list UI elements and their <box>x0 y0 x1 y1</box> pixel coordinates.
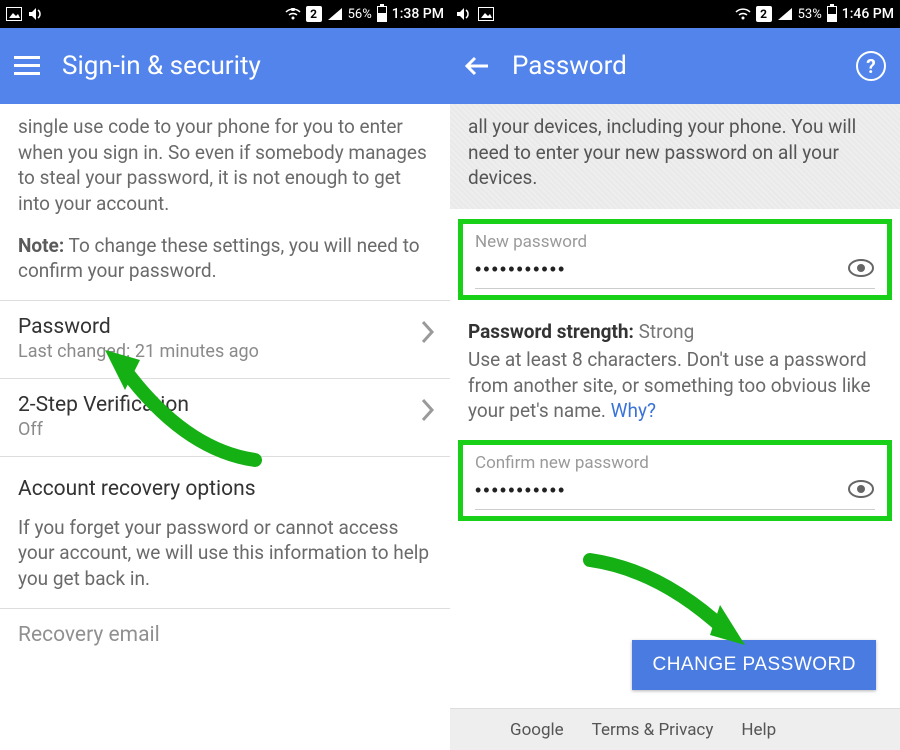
chevron-right-icon <box>420 319 436 349</box>
row-two-step[interactable]: 2-Step Verification Off <box>0 379 450 456</box>
chevron-right-icon <box>420 397 436 427</box>
wifi-icon <box>285 7 301 21</box>
battery-icon <box>827 6 837 22</box>
visibility-toggle-icon[interactable] <box>847 258 875 282</box>
volume-icon <box>28 7 44 21</box>
info-text: all your devices, including your phone. … <box>450 104 900 209</box>
content-area: single use code to your phone for you to… <box>0 104 450 663</box>
battery-icon <box>377 6 387 22</box>
visibility-toggle-icon[interactable] <box>847 479 875 503</box>
section-recovery-title: Account recovery options <box>0 457 450 507</box>
new-password-field-highlight: New password <box>458 219 892 300</box>
strength-block: Password strength: Strong Use at least 8… <box>450 310 900 430</box>
battery-text: 53% <box>798 7 822 22</box>
strength-help: Use at least 8 characters. Don't use a p… <box>468 347 882 424</box>
page-title: Sign-in & security <box>62 51 261 81</box>
row-title: Password <box>18 315 432 339</box>
wifi-icon <box>735 7 751 21</box>
strength-value: Strong <box>634 320 694 343</box>
signal-icon <box>327 7 343 21</box>
footer-terms-link[interactable]: Terms & Privacy <box>592 720 714 740</box>
row-recovery-email[interactable]: Recovery email <box>0 609 450 663</box>
why-link[interactable]: Why? <box>611 399 656 422</box>
sim-indicator: 2 <box>756 6 772 22</box>
row-password[interactable]: Password Last changed: 21 minutes ago <box>0 301 450 378</box>
status-bar: 2 56% 1:38 PM <box>0 0 450 28</box>
page-title: Password <box>512 51 627 81</box>
app-bar: Sign-in & security <box>0 28 450 104</box>
row-subtitle: Last changed: 21 minutes ago <box>18 341 432 362</box>
status-bar: 2 53% 1:46 PM <box>450 0 900 28</box>
note-label: Note: <box>18 234 64 257</box>
phone-left: 2 56% 1:38 PM Sign-in & security single … <box>0 0 450 750</box>
confirm-password-input[interactable] <box>475 480 847 501</box>
footer: Google Terms & Privacy Help <box>450 708 900 750</box>
picture-icon <box>478 7 494 21</box>
new-password-input[interactable] <box>475 259 847 280</box>
confirm-password-field-highlight: Confirm new password <box>458 440 892 521</box>
app-bar: Password ? <box>450 28 900 104</box>
recovery-text: If you forget your password or cannot ac… <box>0 507 450 608</box>
change-password-button[interactable]: CHANGE PASSWORD <box>632 640 876 690</box>
back-arrow-icon[interactable] <box>464 55 490 77</box>
row-title: 2-Step Verification <box>18 393 432 417</box>
battery-text: 56% <box>348 7 372 22</box>
note-text: Note: To change these settings, you will… <box>0 233 450 300</box>
footer-google-link[interactable]: Google <box>510 720 564 740</box>
status-time: 1:46 PM <box>842 6 894 22</box>
phone-right: 2 53% 1:46 PM Password ? all your device… <box>450 0 900 750</box>
help-icon[interactable]: ? <box>856 51 886 81</box>
sim-indicator: 2 <box>306 6 322 22</box>
row-subtitle: Off <box>18 419 432 440</box>
signal-icon <box>777 7 793 21</box>
status-time: 1:38 PM <box>392 6 444 22</box>
intro-text: single use code to your phone for you to… <box>0 104 450 233</box>
volume-icon <box>456 7 472 21</box>
picture-icon <box>6 7 22 21</box>
content-area: all your devices, including your phone. … <box>450 104 900 521</box>
row-title: Recovery email <box>18 623 432 647</box>
hamburger-icon[interactable] <box>14 56 40 76</box>
field-label: New password <box>475 232 875 252</box>
strength-label: Password strength: <box>468 320 634 343</box>
field-label: Confirm new password <box>475 453 875 473</box>
footer-help-link[interactable]: Help <box>741 720 776 740</box>
